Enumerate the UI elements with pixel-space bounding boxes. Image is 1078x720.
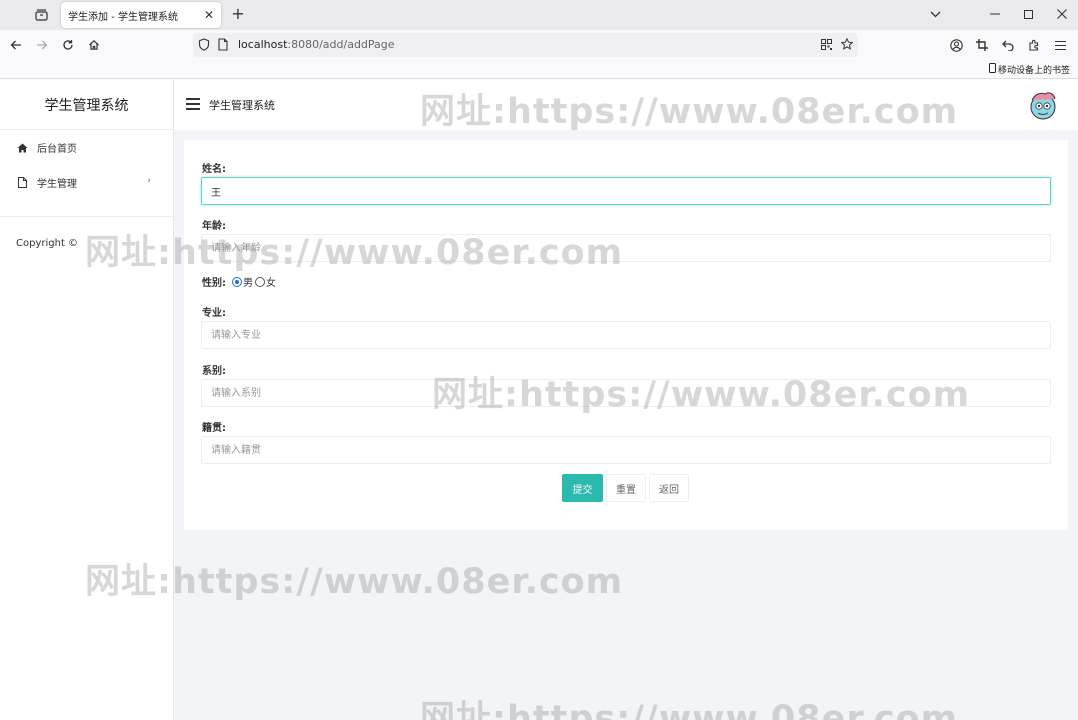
copyright-text: Copyright © [16, 238, 79, 249]
home-icon[interactable] [84, 35, 104, 55]
account-icon[interactable] [946, 35, 966, 55]
sidebar: 学生管理系统 后台首页 学生管理 › Copyright © [0, 80, 174, 720]
sidebar-divider [0, 216, 173, 217]
extensions-icon[interactable] [1024, 35, 1044, 55]
sidebar-item-student-management[interactable]: 学生管理 › [0, 165, 173, 200]
browser-tab[interactable]: 学生添加 - 学生管理系统 ✕ [61, 2, 221, 28]
sidebar-brand: 学生管理系统 [0, 80, 173, 130]
page-info-icon[interactable] [218, 38, 228, 54]
student-add-form: 姓名: 年龄: 性别: 男 女 专业: 系别: 籍贯: 提交 重置 返回 [184, 140, 1068, 530]
tab-list-icon[interactable] [31, 6, 51, 24]
crop-icon[interactable] [972, 35, 992, 55]
mobile-bookmarks-label: 移动设备上的书签 [997, 66, 1070, 76]
department-input[interactable] [201, 379, 1051, 407]
close-window-icon[interactable] [1051, 4, 1073, 24]
tab-close-icon[interactable]: ✕ [201, 7, 217, 23]
undo-icon[interactable] [998, 35, 1018, 55]
hometown-input[interactable] [201, 436, 1051, 464]
chevron-right-icon: › [147, 176, 151, 186]
app: 学生管理系统 后台首页 学生管理 › Copyright © 学生管理系统 姓名… [0, 80, 1078, 720]
mobile-device-icon [988, 63, 996, 76]
reset-button[interactable]: 重置 [606, 474, 646, 502]
gender-radio-female[interactable] [255, 276, 265, 287]
qr-code-icon[interactable] [821, 39, 832, 53]
tab-overflow-icon[interactable] [924, 4, 946, 24]
browser-navbar: localhost:8080/add/addPage [0, 30, 1078, 60]
gender-option-male: 男 [243, 278, 253, 289]
top-header: 学生管理系统 [174, 80, 1078, 130]
back-button[interactable]: 返回 [649, 474, 689, 502]
age-input[interactable] [201, 234, 1051, 262]
reload-icon[interactable] [58, 35, 78, 55]
hamburger-menu-icon[interactable] [186, 98, 200, 110]
name-label: 姓名: [202, 164, 226, 175]
bookmark-star-icon[interactable] [840, 37, 854, 53]
minimize-icon[interactable] [984, 4, 1006, 24]
major-input[interactable] [201, 321, 1051, 349]
home-icon [16, 142, 28, 154]
hometown-label: 籍贯: [202, 423, 226, 434]
url-path: :8080/add/addPage [287, 38, 395, 51]
main-content: 姓名: 年龄: 性别: 男 女 专业: 系别: 籍贯: 提交 重置 返回 [174, 130, 1078, 720]
forward-icon[interactable] [32, 35, 52, 55]
gender-option-female: 女 [266, 278, 276, 289]
sidebar-item-home[interactable]: 后台首页 [0, 130, 173, 165]
tab-title: 学生添加 - 学生管理系统 [68, 11, 178, 23]
menu-icon[interactable] [1050, 35, 1070, 55]
major-label: 专业: [202, 308, 226, 319]
shield-icon[interactable] [198, 38, 210, 54]
mobile-bookmarks[interactable]: 移动设备上的书签 [988, 63, 1070, 76]
url-text: localhost:8080/add/addPage [238, 38, 395, 51]
browser-tabstrip: 学生添加 - 学生管理系统 ✕ + [0, 0, 1078, 30]
gender-radio-male[interactable] [232, 276, 242, 287]
url-host: localhost [238, 38, 288, 51]
maximize-icon[interactable] [1017, 4, 1039, 24]
bookmarks-bar: 移动设备上的书签 [0, 60, 1078, 79]
back-icon[interactable] [6, 35, 26, 55]
sidebar-item-label: 后台首页 [37, 144, 77, 155]
new-tab-icon[interactable]: + [229, 6, 247, 24]
url-bar[interactable]: localhost:8080/add/addPage [193, 33, 858, 57]
header-title: 学生管理系统 [209, 99, 275, 112]
sidebar-item-label: 学生管理 [37, 179, 77, 190]
gender-label: 性别: [202, 278, 226, 289]
document-icon [16, 177, 28, 189]
submit-button[interactable]: 提交 [562, 474, 603, 502]
age-label: 年龄: [202, 221, 226, 232]
department-label: 系别: [202, 366, 226, 377]
name-input[interactable] [201, 177, 1051, 205]
avatar[interactable] [1026, 88, 1060, 122]
gender-group: 性别: 男 女 [202, 274, 276, 289]
